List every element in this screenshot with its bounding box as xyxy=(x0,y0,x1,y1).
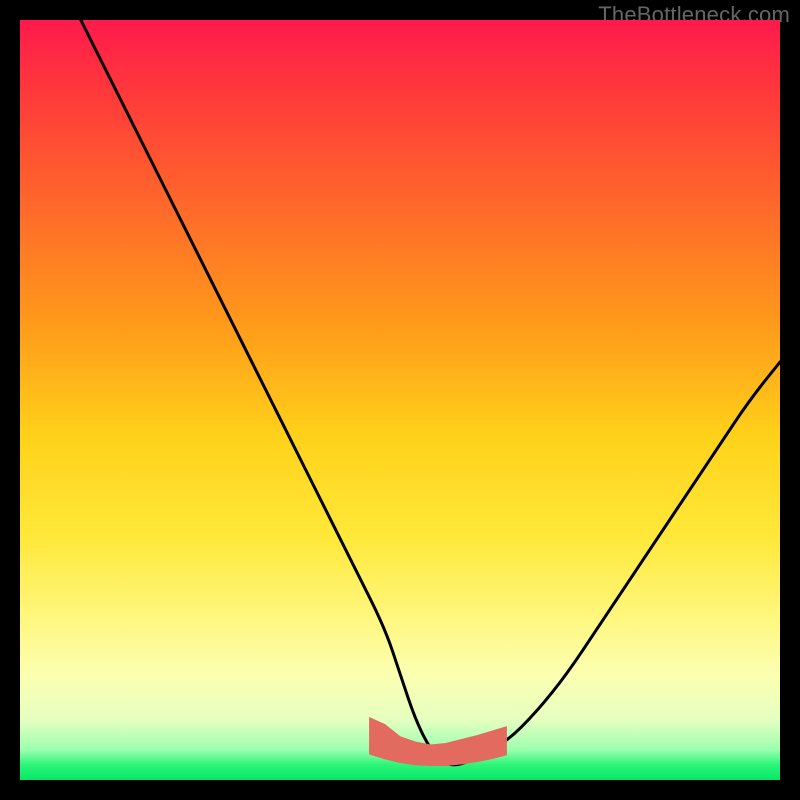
optimal-range-band xyxy=(370,718,507,766)
chart-svg xyxy=(20,20,780,780)
bottleneck-curve xyxy=(81,20,780,765)
chart-plot xyxy=(20,20,780,780)
